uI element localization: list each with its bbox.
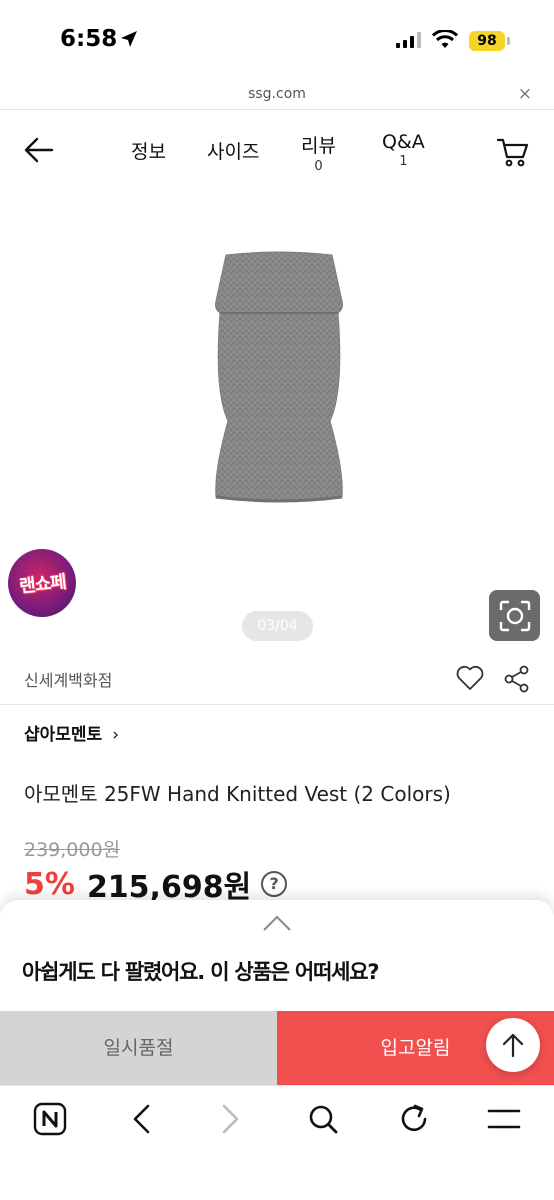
image-pager: 03/04 [242,611,313,641]
reload-icon[interactable] [398,1102,430,1136]
product-image [215,251,343,503]
sold-out-message: 아쉽게도 다 팔렸어요. 이 상품은 어떠세요? [22,960,380,984]
scroll-to-top-button[interactable] [486,1018,540,1072]
seller-row: 신세계백화점 [0,651,554,705]
browser-url-bar[interactable]: ssg.com × [0,82,554,110]
url-text[interactable]: ssg.com [0,86,554,102]
status-time: 6:58 [60,26,118,52]
location-arrow-icon [121,31,137,47]
discount-rate: 5% [24,866,75,902]
chevron-up-icon[interactable] [262,914,292,932]
product-image-gallery[interactable]: 랜쇼페 03/04 [0,191,554,651]
wifi-icon [432,30,458,48]
naver-icon[interactable] [33,1102,67,1136]
sold-out-button[interactable]: 일시품절 [0,1011,277,1085]
tab-size-label: 사이즈 [207,141,260,163]
tab-review-label: 리뷰 [301,135,336,157]
tab-qna[interactable]: Q&A 1 [382,131,425,169]
livestream-promo-badge[interactable]: 랜쇼페 [8,549,76,617]
close-icon[interactable]: × [518,84,532,104]
browser-toolbar [0,1085,554,1200]
image-search-button[interactable] [489,590,540,641]
share-icon[interactable] [504,665,530,693]
heart-icon[interactable] [456,665,484,691]
battery-indicator: 98 [469,31,505,51]
arrow-up-icon [502,1033,524,1058]
promo-badge-label: 랜쇼페 [17,571,67,598]
price-help-icon[interactable]: ? [261,871,288,897]
cart-icon[interactable] [497,137,529,167]
tab-review[interactable]: 리뷰 0 [301,131,336,174]
tab-info[interactable]: 정보 [131,137,166,164]
battery-tip [507,37,510,45]
brand-name: 샵아모멘토 [24,725,103,745]
signal-icon [396,32,421,48]
brand-link[interactable]: 샵아모멘토 › [24,720,119,745]
chevron-right-icon: › [112,725,120,745]
tab-info-label: 정보 [131,141,166,163]
browser-back-icon[interactable] [130,1102,152,1136]
lens-search-icon [499,600,530,631]
browser-forward-icon[interactable] [220,1102,242,1136]
store-name: 신세계백화점 [24,671,113,690]
menu-icon[interactable] [487,1102,521,1136]
product-title: 아모멘토 25FW Hand Knitted Vest (2 Colors) [24,782,451,806]
original-price: 239,000원 [24,839,121,861]
tab-qna-label: Q&A [382,131,425,153]
tab-review-count: 0 [314,159,323,174]
search-icon[interactable] [307,1102,339,1136]
back-arrow-icon[interactable] [24,137,54,163]
tab-qna-count: 1 [399,154,408,169]
status-bar: 6:58 98 [0,0,554,82]
product-nav-header: 정보 사이즈 리뷰 0 Q&A 1 [0,111,554,191]
tab-size[interactable]: 사이즈 [207,137,259,164]
